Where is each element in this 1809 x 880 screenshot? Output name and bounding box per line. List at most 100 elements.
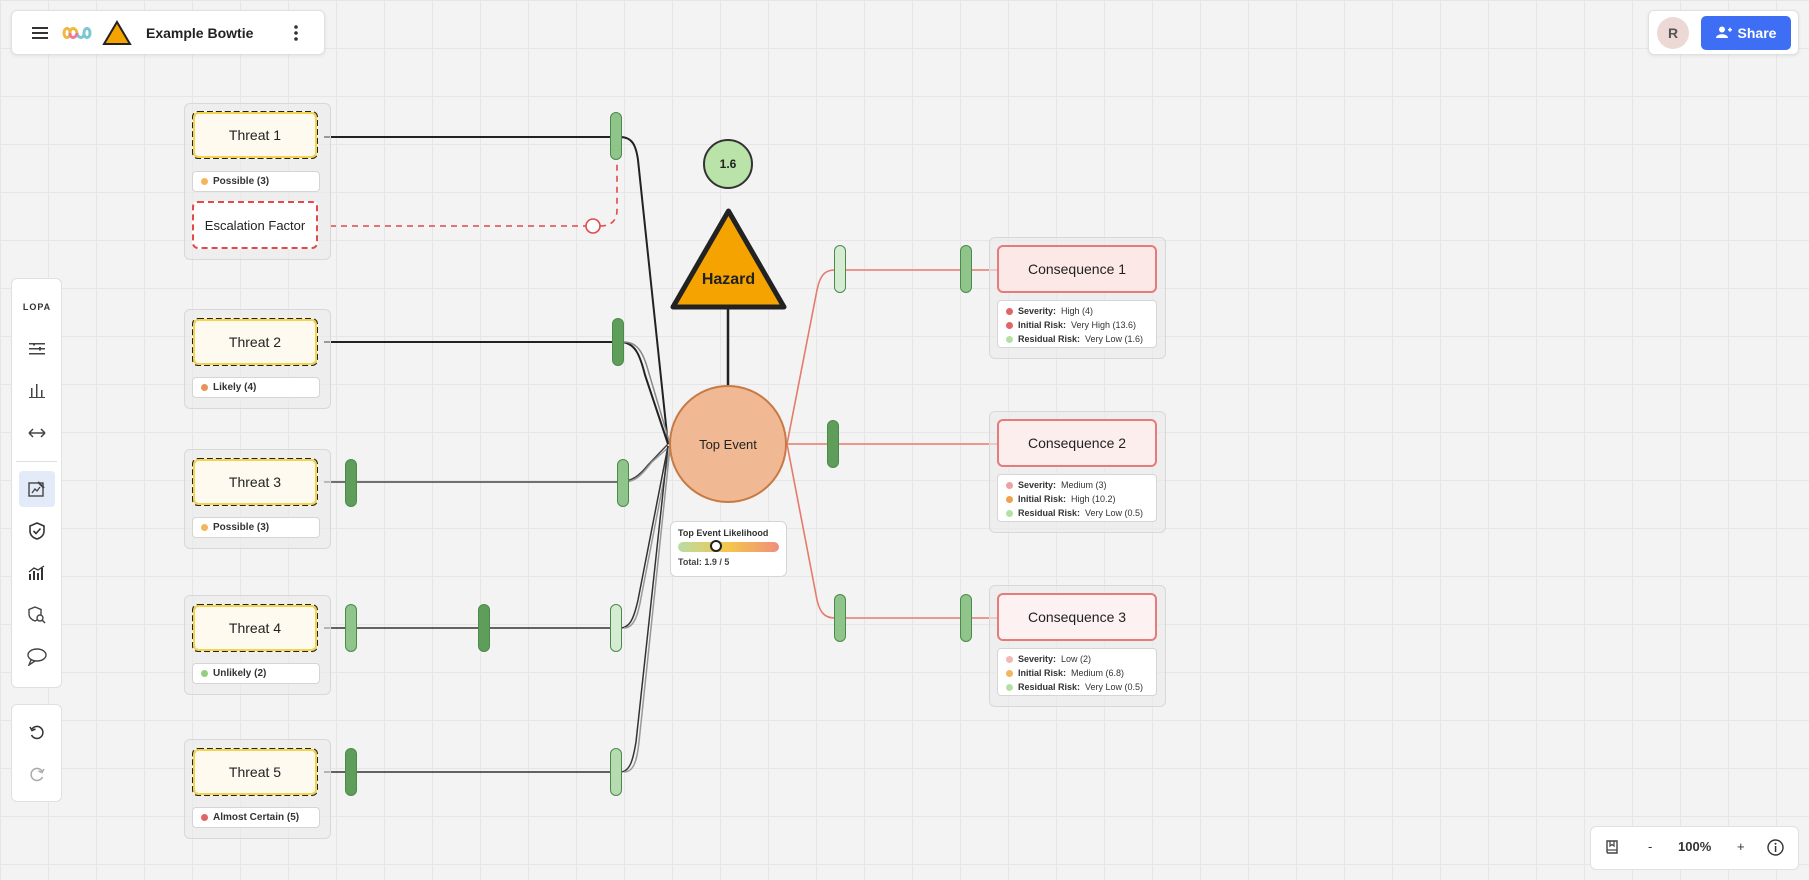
likelihood-total: Total: 1.9 / 5 <box>678 557 730 567</box>
residual-risk-dot <box>1006 335 1013 343</box>
left-toolbar: LOPA <box>11 278 62 688</box>
hazard-node[interactable]: Hazard <box>668 205 789 313</box>
residual-risk-dot <box>1006 509 1013 517</box>
zoom-toolbar: - 100% + <box>1590 826 1799 870</box>
consequence-node[interactable]: Consequence 3 <box>997 593 1157 641</box>
zoom-in-button[interactable]: + <box>1737 839 1745 854</box>
barrier[interactable] <box>834 594 846 642</box>
info-icon[interactable] <box>1767 839 1784 861</box>
initial-risk-key: Initial Risk: <box>1018 494 1067 504</box>
threat-node[interactable]: Threat 4 <box>192 604 318 652</box>
book-icon[interactable] <box>1605 839 1621 860</box>
zoom-level[interactable]: 100% <box>1678 839 1711 854</box>
menu-icon[interactable] <box>26 19 54 47</box>
consequence-node[interactable]: Consequence 2 <box>997 419 1157 467</box>
likelihood-dot <box>201 524 208 531</box>
lopa-button[interactable]: LOPA <box>19 289 55 325</box>
consequence-group-2: Consequence 2 Severity: Medium (3) Initia… <box>989 411 1166 533</box>
barrier[interactable] <box>834 245 846 293</box>
share-button[interactable]: Share <box>1701 16 1791 50</box>
threat-node[interactable]: Threat 3 <box>192 458 318 506</box>
barrier[interactable] <box>610 604 622 652</box>
likelihood-slider[interactable] <box>678 540 779 552</box>
barrier[interactable] <box>612 318 624 366</box>
edit-diagram-icon[interactable] <box>19 471 55 507</box>
top-event-likelihood-panel: Top Event Likelihood Total: 1.9 / 5 <box>670 521 787 577</box>
likelihood-badge: Likely (4) <box>192 377 320 398</box>
top-event-node[interactable]: Top Event <box>669 385 787 503</box>
threat-node[interactable]: Threat 2 <box>192 318 318 366</box>
likelihood-badge: Almost Certain (5) <box>192 807 320 828</box>
hazard-label: Hazard <box>701 271 756 288</box>
severity-value: Medium (3) <box>1061 480 1107 490</box>
consequence-node[interactable]: Consequence 1 <box>997 245 1157 293</box>
likelihood-badge: Unlikely (2) <box>192 663 320 684</box>
threat-node[interactable]: Threat 1 <box>192 111 318 159</box>
barrier[interactable] <box>960 594 972 642</box>
severity-dot <box>1006 481 1013 489</box>
shield-check-icon[interactable] <box>19 513 55 549</box>
zoom-out-button[interactable]: - <box>1648 839 1652 854</box>
severity-dot <box>1006 655 1013 663</box>
barrier[interactable] <box>827 420 839 468</box>
severity-key: Severity: <box>1018 654 1057 664</box>
avatar[interactable]: R <box>1657 17 1689 49</box>
comment-icon[interactable] <box>19 639 55 675</box>
likelihood-dot <box>201 814 208 821</box>
shield-search-icon[interactable] <box>19 597 55 633</box>
analytics-icon[interactable] <box>19 555 55 591</box>
residual-risk-value: Very Low (0.5) <box>1085 508 1144 518</box>
lopa-label: LOPA <box>22 302 52 312</box>
properties-icon[interactable] <box>19 331 55 367</box>
likelihood-dot <box>201 670 208 677</box>
initial-risk-value: High (10.2) <box>1071 494 1116 504</box>
consequence-risk-panel: Severity: Low (2) Initial Risk: Medium (6.… <box>997 648 1157 696</box>
barrier[interactable] <box>610 112 622 160</box>
likelihood-label: Almost Certain (5) <box>213 812 300 823</box>
severity-key: Severity: <box>1018 480 1057 490</box>
likelihood-badge: Possible (3) <box>192 517 320 538</box>
residual-risk-dot <box>1006 683 1013 691</box>
slider-thumb[interactable] <box>710 540 723 552</box>
severity-value: High (4) <box>1061 306 1094 316</box>
barrier[interactable] <box>960 245 972 293</box>
likelihood-dot <box>201 178 208 185</box>
barrier[interactable] <box>345 748 357 796</box>
barrier[interactable] <box>617 459 629 507</box>
residual-risk-value: Very Low (1.6) <box>1085 334 1144 344</box>
diagram-title[interactable]: Example Bowtie <box>146 25 253 41</box>
barrier[interactable] <box>610 748 622 796</box>
residual-risk-key: Residual Risk: <box>1018 508 1081 518</box>
initial-risk-key: Initial Risk: <box>1018 320 1067 330</box>
likelihood-label: Possible (3) <box>213 522 270 533</box>
more-options-icon[interactable] <box>282 19 310 47</box>
add-user-icon <box>1715 25 1732 41</box>
initial-risk-key: Initial Risk: <box>1018 668 1067 678</box>
share-label: Share <box>1737 25 1777 41</box>
likelihood-label: Possible (3) <box>213 176 270 187</box>
undo-icon[interactable] <box>19 715 55 751</box>
topbar: Example Bowtie <box>11 10 325 55</box>
threat-node[interactable]: Threat 5 <box>192 748 318 796</box>
escalation-factor-node[interactable]: Escalation Factor <box>192 201 318 249</box>
likelihood-label: Unlikely (2) <box>213 668 267 679</box>
bar-chart-icon[interactable] <box>19 373 55 409</box>
barrier[interactable] <box>345 459 357 507</box>
residual-risk-value: Very Low (0.5) <box>1085 682 1144 692</box>
likelihood-badge: Possible (3) <box>192 171 320 192</box>
likelihood-dot <box>201 384 208 391</box>
risk-score-badge[interactable]: 1.6 <box>703 139 753 189</box>
hazard-warning-icon <box>102 19 132 46</box>
barrier[interactable] <box>345 604 357 652</box>
horizontal-arrows-icon[interactable] <box>19 415 55 451</box>
barrier[interactable] <box>478 604 490 652</box>
residual-risk-key: Residual Risk: <box>1018 334 1081 344</box>
likelihood-label: Likely (4) <box>213 382 257 393</box>
severity-key: Severity: <box>1018 306 1057 316</box>
consequence-risk-panel: Severity: Medium (3) Initial Risk: High (1… <box>997 474 1157 522</box>
user-bar: R Share <box>1648 10 1799 55</box>
hazard-triangle <box>670 208 787 310</box>
redo-icon[interactable] <box>19 757 55 793</box>
likelihood-title: Top Event Likelihood <box>678 528 769 538</box>
history-toolbar <box>11 704 62 802</box>
